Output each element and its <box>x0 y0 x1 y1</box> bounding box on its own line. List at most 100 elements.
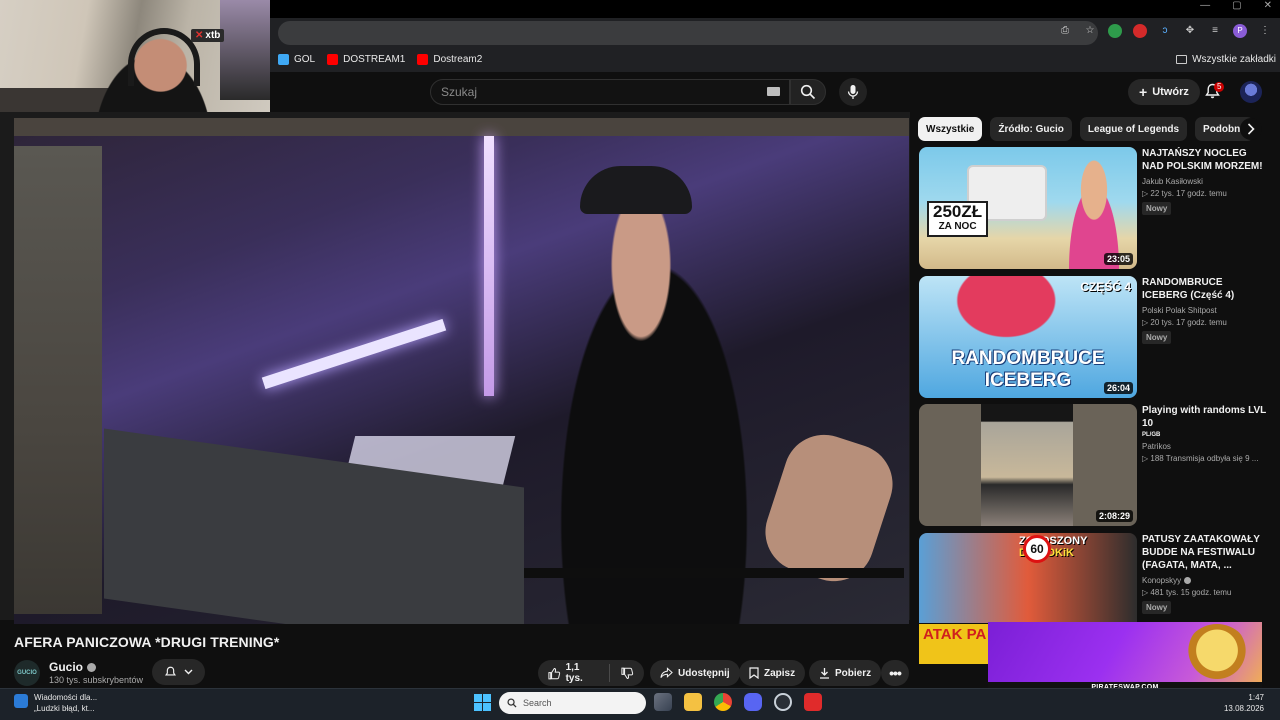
voice-search-button[interactable] <box>839 78 867 106</box>
search-placeholder: Szukaj <box>441 85 478 99</box>
subscriber-count: 130 tys. subskrybentów <box>49 675 144 685</box>
video-player[interactable] <box>14 118 909 624</box>
extension-toolbar: ⎙ ☆ ↄ ✥ ≡ P ⋮ <box>1058 24 1272 38</box>
pirateswap-ad-overlay[interactable]: PIRATESWAP.COM <box>988 622 1262 694</box>
recommended-video-title[interactable]: RANDOMBRUCE ICEBERG (Część 4) <box>1142 276 1267 302</box>
taskbar-apps <box>654 693 822 711</box>
recommended-video[interactable]: 2:08:29 Playing with randoms LVL 10 PL/G… <box>919 404 1269 528</box>
taskbar-news-widget[interactable]: Wiadomości dla... „Ludzki błąd, kt... <box>14 692 97 714</box>
channel-name[interactable]: Gucio <box>49 660 97 674</box>
video-scene-window <box>14 118 909 136</box>
extension-translate-icon[interactable]: ↄ <box>1158 24 1172 38</box>
folder-icon <box>1176 54 1188 64</box>
video-scene-neon-light <box>484 136 494 396</box>
like-count[interactable]: 1,1 tys. <box>566 662 599 684</box>
red-app-icon[interactable] <box>804 693 822 711</box>
share-button[interactable]: Udostępnij <box>650 660 740 686</box>
account-avatar[interactable] <box>1240 81 1262 103</box>
video-scene-hair <box>580 166 692 214</box>
create-button[interactable]: + Utwórz <box>1128 79 1200 105</box>
search-input[interactable]: Szukaj <box>430 79 790 105</box>
obs-icon[interactable] <box>774 693 792 711</box>
extension-red-icon[interactable] <box>1133 24 1147 38</box>
recommended-video-info: Playing with randoms LVL 10 PL/GB Patrik… <box>1142 404 1267 463</box>
save-button[interactable]: Zapisz <box>739 660 806 686</box>
search-icon <box>800 84 816 100</box>
new-badge: Nowy <box>1142 331 1172 344</box>
recommended-video-channel[interactable]: Jakub Kasiłowski <box>1142 177 1267 186</box>
video-thumbnail[interactable]: ZGŁOSZONY DO UOKiK 60 <box>919 533 1137 623</box>
keyboard-icon[interactable] <box>767 87 780 96</box>
chip-wszystkie[interactable]: Wszystkie <box>918 117 983 141</box>
thumbnail-price-sign: 250ZŁ ZA NOC <box>927 201 989 237</box>
video-thumbnail[interactable]: 2:08:29 <box>919 404 1137 526</box>
profile-avatar[interactable]: P <box>1233 24 1247 38</box>
discord-icon[interactable] <box>744 693 762 711</box>
verified-icon <box>87 662 97 672</box>
bookmark-label: DOSTREAM1 <box>343 53 406 65</box>
video-scene-wall <box>14 146 102 614</box>
recommended-video-title[interactable]: PATUSY ZAATAKOWAŁY BUDDE NA FESTIWALU (F… <box>1142 533 1267 572</box>
plus-icon: + <box>1139 84 1148 100</box>
recommended-video-title[interactable]: NAJTAŃSZY NOCLEG NAD POLSKIM MORZEM! <box>1142 147 1267 173</box>
video-thumbnail[interactable]: CZĘŚĆ 4 RANDOMBRUCE ICEBERG 26:04 <box>919 276 1137 398</box>
minimize-button[interactable]: — <box>1200 0 1210 14</box>
omnibox[interactable] <box>278 21 1098 45</box>
clock-date: 13.08.2026 <box>1223 704 1264 713</box>
recommended-video-meta: ▷ 481 tys. 15 godz. temu <box>1142 588 1232 597</box>
browser-menu-icon[interactable]: ⋮ <box>1258 24 1272 38</box>
bookmarks-bar: GOL DOSTREAM1 Dostream2 Wszystkie zakład… <box>270 46 1280 72</box>
youtube-icon <box>417 53 429 65</box>
more-actions-button[interactable]: ••• <box>881 660 909 686</box>
bookmark-gol[interactable]: GOL <box>278 53 315 65</box>
bell-icon <box>164 666 176 676</box>
maximize-button[interactable]: ▢ <box>1232 0 1241 14</box>
search-button[interactable] <box>790 79 826 105</box>
channel-avatar[interactable]: GUCIO <box>14 660 40 686</box>
windows-start-icon[interactable] <box>474 694 491 711</box>
share-icon <box>660 667 673 678</box>
bookmark-dostream1[interactable]: DOSTREAM1 <box>327 53 406 65</box>
close-window-button[interactable]: ✕ <box>1264 0 1272 14</box>
bookmark-dostream2[interactable]: Dostream2 <box>417 53 482 65</box>
recommended-video[interactable]: CZĘŚĆ 4 RANDOMBRUCE ICEBERG 26:04 RANDOM… <box>919 276 1269 400</box>
recommended-video[interactable]: 250ZŁ ZA NOC 23:05 NAJTAŃSZY NOCLEG NAD … <box>919 147 1269 271</box>
thumbs-up-icon[interactable] <box>548 667 561 680</box>
all-bookmarks-label: Wszystkie zakładki <box>1192 53 1276 65</box>
news-title: Wiadomości dla... <box>34 693 98 702</box>
recommended-video[interactable]: ZGŁOSZONY DO UOKiK 60 PATUSY ZAATAKOWAŁY… <box>919 533 1269 623</box>
save-label: Zapisz <box>764 667 796 679</box>
search-icon <box>507 698 517 708</box>
bookmark-star-icon[interactable]: ☆ <box>1083 24 1097 38</box>
share-label: Udostępnij <box>678 667 730 679</box>
install-app-icon[interactable]: ⎙ <box>1058 24 1072 38</box>
news-icon <box>14 694 28 708</box>
recommended-video-channel[interactable]: Konopskyy <box>1142 576 1267 585</box>
download-button[interactable]: Pobierz <box>809 660 882 686</box>
clock-time: 1:47 <box>1248 693 1264 702</box>
chip-league-of-legends[interactable]: League of Legends <box>1079 117 1188 141</box>
file-explorer-icon[interactable] <box>684 693 702 711</box>
thumbs-down-icon[interactable] <box>621 667 634 680</box>
filter-chips: Wszystkie Źródło: Gucio League of Legend… <box>918 117 1254 141</box>
taskbar-clock[interactable]: 1:47 13.08.2026 <box>1224 692 1264 714</box>
video-scene-person <box>524 164 784 624</box>
window-controls: — ▢ ✕ <box>1200 0 1272 14</box>
video-thumbnail[interactable]: 250ZŁ ZA NOC 23:05 <box>919 147 1137 269</box>
ad-mascot <box>1184 624 1250 690</box>
subscription-bell-button[interactable] <box>152 659 205 685</box>
recommended-video-title[interactable]: Playing with randoms LVL 10 <box>1142 404 1267 430</box>
extensions-puzzle-icon[interactable]: ✥ <box>1183 24 1197 38</box>
recommended-video-meta: ▷ 188 Transmisja odbyła się 9 ... <box>1142 454 1259 463</box>
chrome-icon[interactable] <box>714 693 732 711</box>
recommended-video-channel[interactable]: Polski Polak Shitpost <box>1142 306 1267 315</box>
all-bookmarks-button[interactable]: Wszystkie zakładki <box>1176 46 1276 72</box>
extension-shield-icon[interactable] <box>1108 24 1122 38</box>
chips-next-button[interactable] <box>1240 118 1262 140</box>
chip-source-gucio[interactable]: Źródło: Gucio <box>990 117 1072 141</box>
recommended-video-channel[interactable]: Patrikos <box>1142 442 1267 451</box>
tab-search-icon[interactable]: ≡ <box>1208 24 1222 38</box>
task-view-icon[interactable] <box>654 693 672 711</box>
speed-limit-sign: 60 <box>1023 535 1051 563</box>
taskbar-search[interactable]: Search <box>499 692 646 714</box>
